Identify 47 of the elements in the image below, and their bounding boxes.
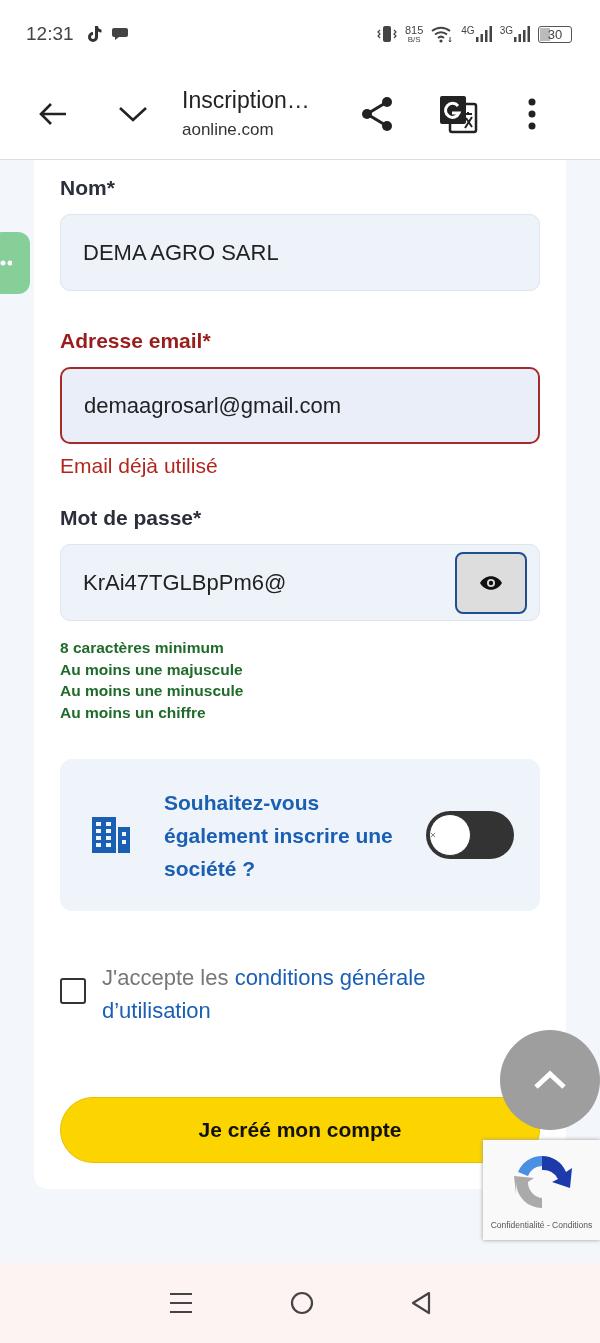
chevron-up-icon <box>533 1070 567 1090</box>
home-icon[interactable] <box>290 1291 314 1315</box>
company-toggle[interactable] <box>426 811 514 859</box>
password-hint: Au moins une majuscule <box>60 659 244 680</box>
submit-button[interactable]: Je créé mon compte <box>60 1097 540 1163</box>
terms-text: J'accepte les conditions générale d’utilisation <box>102 964 427 1025</box>
signal-icon <box>475 25 492 43</box>
recaptcha-badge[interactable]: Confidentialité - Conditions <box>483 1140 600 1240</box>
vibrate-icon <box>376 25 397 43</box>
building-icon <box>92 817 130 853</box>
network-type: 4G <box>461 25 475 36</box>
tiktok-icon <box>85 25 104 43</box>
terms-checkbox[interactable] <box>60 978 86 1004</box>
field-label: Adresse email* <box>60 329 212 353</box>
translate-button[interactable] <box>438 93 478 134</box>
password-hint: Au moins un chiffre <box>60 702 207 723</box>
signal-icon <box>514 25 530 43</box>
field-label: Nom* <box>60 176 116 200</box>
status-time: 12:31 <box>26 23 74 45</box>
net-speed: 815 <box>404 24 424 36</box>
dots-icon <box>0 260 12 266</box>
share-button[interactable] <box>360 95 394 132</box>
wifi-icon <box>431 25 454 43</box>
company-question: Souhaitez-vous également inscrire une société ? <box>164 789 394 882</box>
collapse-button[interactable] <box>118 104 148 123</box>
back-button[interactable] <box>38 101 68 126</box>
page-url: aonline.com <box>182 120 275 140</box>
eye-icon <box>479 574 503 591</box>
menu-icon[interactable] <box>168 1292 193 1314</box>
net-unit: B/S <box>407 35 421 44</box>
input-field[interactable]: DEMA AGRO SARL <box>60 214 540 291</box>
password-hint: 8 caractères minimum <box>60 638 225 658</box>
network-type: 3G <box>499 25 513 36</box>
show-password-button[interactable] <box>455 551 527 614</box>
page-title: Inscription… <box>182 87 311 114</box>
password-field[interactable]: KrAi47TGLBpPm6@ <box>60 544 540 621</box>
field-label: Mot de passe* <box>60 506 203 530</box>
error-message: Email déjà utilisé <box>60 454 219 478</box>
terms-link[interactable]: conditions générale <box>234 965 426 990</box>
chat-icon <box>111 27 128 41</box>
recaptcha-links[interactable]: Confidentialité - Conditions <box>490 1220 593 1230</box>
more-button[interactable] <box>528 97 536 130</box>
input-field[interactable]: demaagrosarl@gmail.com <box>60 367 540 444</box>
back-icon[interactable] <box>411 1291 432 1315</box>
battery-indicator: 30 <box>538 25 572 43</box>
password-hint: Au moins une minuscule <box>60 681 245 701</box>
terms-link[interactable]: d’utilisation <box>102 998 211 1023</box>
